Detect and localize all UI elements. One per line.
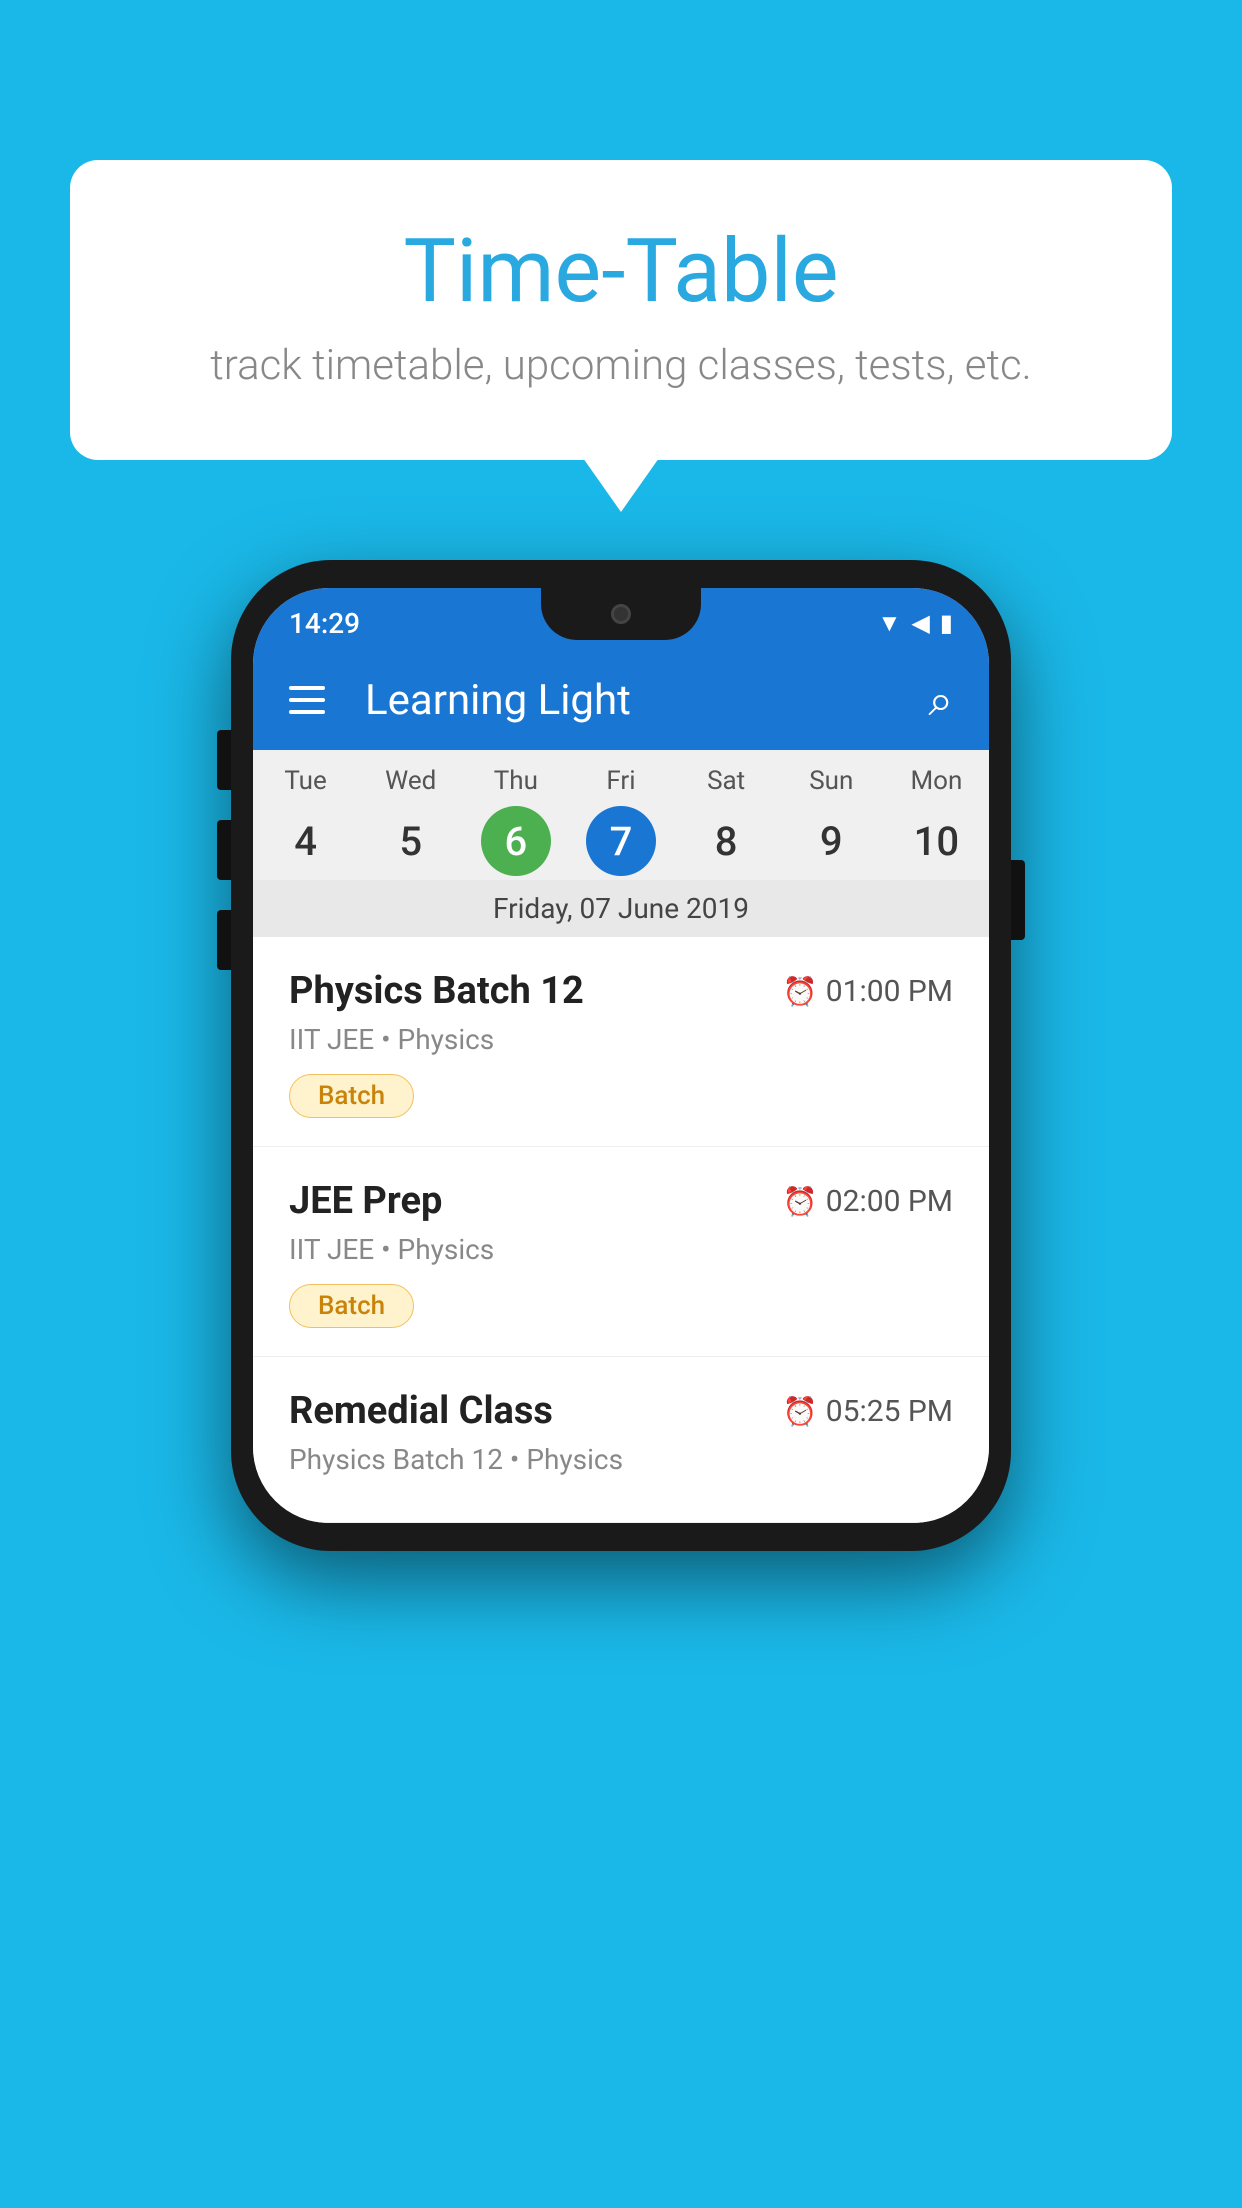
- calendar-week-row: Tue 4 Wed 5 Thu 6 Fri 7 Sat 8 Sun 9 Mon 10: [253, 750, 989, 880]
- clock-icon: ⏰: [783, 1395, 818, 1428]
- menu-button[interactable]: [289, 686, 325, 714]
- day-name: Sat: [674, 766, 779, 796]
- phone-outer: 14:29 ▼ ◀ ▮ Learning Light ⌕: [231, 560, 1011, 1551]
- day-name: Thu: [463, 766, 568, 796]
- day-name: Tue: [253, 766, 358, 796]
- app-bar: Learning Light ⌕: [253, 650, 989, 750]
- day-name: Sun: [779, 766, 884, 796]
- day-number: 5: [376, 806, 446, 876]
- batch-badge: Batch: [289, 1284, 414, 1328]
- phone-notch: [541, 588, 701, 640]
- schedule-list: Physics Batch 12 ⏰ 01:00 PM IIT JEE • Phys…: [253, 937, 989, 1523]
- schedule-item-title: JEE Prep: [289, 1179, 442, 1223]
- batch-badge: Batch: [289, 1074, 414, 1118]
- menu-line-1: [289, 686, 325, 690]
- schedule-item-subtitle: IIT JEE • Physics: [289, 1233, 953, 1266]
- schedule-item-subtitle: IIT JEE • Physics: [289, 1023, 953, 1056]
- schedule-item[interactable]: Remedial Class ⏰ 05:25 PM Physics Batch 12…: [253, 1357, 989, 1523]
- schedule-item-header: JEE Prep ⏰ 02:00 PM: [289, 1179, 953, 1223]
- search-button[interactable]: ⌕: [928, 674, 953, 726]
- menu-line-2: [289, 698, 325, 702]
- day-name: Fri: [568, 766, 673, 796]
- day-col-sat[interactable]: Sat 8: [674, 766, 779, 876]
- day-col-tue[interactable]: Tue 4: [253, 766, 358, 876]
- battery-icon: ▮: [940, 609, 953, 637]
- schedule-item-header: Physics Batch 12 ⏰ 01:00 PM: [289, 969, 953, 1013]
- day-col-fri[interactable]: Fri 7: [568, 766, 673, 876]
- clock-icon: ⏰: [783, 1185, 818, 1218]
- schedule-item-subtitle: Physics Batch 12 • Physics: [289, 1443, 953, 1476]
- schedule-item-time: ⏰ 05:25 PM: [783, 1394, 953, 1429]
- day-name: Wed: [358, 766, 463, 796]
- schedule-item-title: Physics Batch 12: [289, 969, 584, 1013]
- schedule-item-header: Remedial Class ⏰ 05:25 PM: [289, 1389, 953, 1433]
- day-col-mon[interactable]: Mon 10: [884, 766, 989, 876]
- bubble-title: Time-Table: [150, 220, 1092, 323]
- clock-icon: ⏰: [783, 975, 818, 1008]
- schedule-item[interactable]: JEE Prep ⏰ 02:00 PM IIT JEE • Physics Batch: [253, 1147, 989, 1357]
- day-col-wed[interactable]: Wed 5: [358, 766, 463, 876]
- phone-screen: 14:29 ▼ ◀ ▮ Learning Light ⌕: [253, 588, 989, 1523]
- app-title: Learning Light: [365, 676, 898, 725]
- schedule-item-time: ⏰ 02:00 PM: [783, 1184, 953, 1219]
- day-col-sun[interactable]: Sun 9: [779, 766, 884, 876]
- phone-mockup: 14:29 ▼ ◀ ▮ Learning Light ⌕: [231, 560, 1011, 1551]
- selected-date-label: Friday, 07 June 2019: [253, 880, 989, 937]
- day-number: 8: [691, 806, 761, 876]
- day-number: 7: [586, 806, 656, 876]
- speech-bubble-section: Time-Table track timetable, upcoming cla…: [70, 160, 1172, 460]
- status-time: 14:29: [289, 607, 360, 640]
- day-number: 4: [271, 806, 341, 876]
- wifi-icon: ▼: [878, 609, 902, 638]
- day-number: 10: [901, 806, 971, 876]
- schedule-item-time: ⏰ 01:00 PM: [783, 974, 953, 1009]
- day-number: 9: [796, 806, 866, 876]
- day-col-thu[interactable]: Thu 6: [463, 766, 568, 876]
- signal-icon: ◀: [911, 609, 929, 637]
- menu-line-3: [289, 710, 325, 714]
- speech-bubble: Time-Table track timetable, upcoming cla…: [70, 160, 1172, 460]
- schedule-item-title: Remedial Class: [289, 1389, 553, 1433]
- schedule-item[interactable]: Physics Batch 12 ⏰ 01:00 PM IIT JEE • Phys…: [253, 937, 989, 1147]
- day-number: 6: [481, 806, 551, 876]
- day-name: Mon: [884, 766, 989, 796]
- status-icons: ▼ ◀ ▮: [878, 609, 953, 638]
- bubble-subtitle: track timetable, upcoming classes, tests…: [150, 341, 1092, 390]
- camera-cutout: [611, 604, 631, 624]
